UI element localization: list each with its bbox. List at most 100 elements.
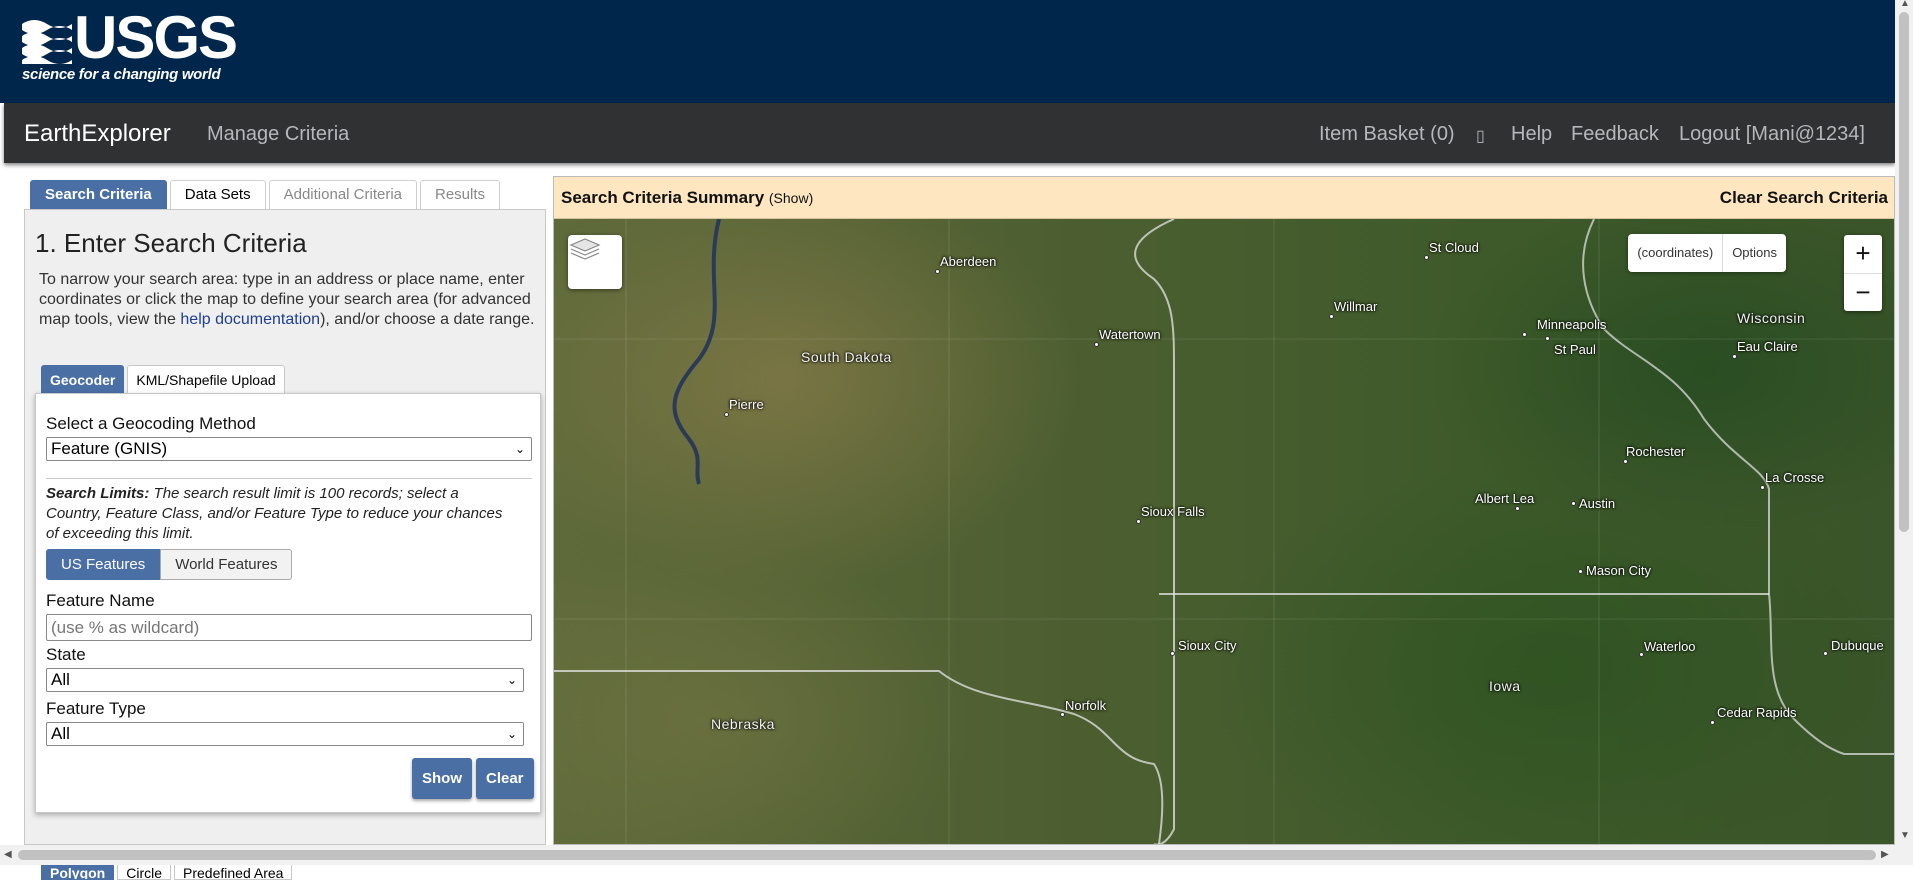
zoom-out-button[interactable]: −: [1844, 273, 1882, 311]
city-label: Sioux City: [1170, 638, 1237, 656]
city-label: Norfolk: [1060, 698, 1107, 717]
city-dot-icon: [1710, 720, 1715, 725]
region-label: South Dakota: [801, 349, 892, 365]
state-select[interactable]: All ⌄: [46, 668, 524, 692]
city-dot-icon: [1732, 354, 1737, 359]
city-dot-icon: [1515, 506, 1520, 511]
city-dot-icon: [1623, 459, 1628, 464]
clear-button[interactable]: Clear: [476, 758, 534, 799]
city-dot-icon: [1571, 501, 1576, 506]
scroll-right-icon[interactable]: ▶: [1881, 849, 1889, 860]
tab-search-criteria[interactable]: Search Criteria: [30, 180, 167, 209]
city-dot-icon: [1094, 342, 1099, 347]
city-dot-icon: [1060, 712, 1065, 717]
region-label: Iowa: [1489, 678, 1521, 694]
city-name: St Paul: [1554, 342, 1596, 357]
city-name: Sioux Falls: [1141, 504, 1205, 519]
vertical-scrollbar[interactable]: ▲ ▼: [1895, 0, 1913, 845]
city-dot-icon: [1329, 314, 1334, 319]
divider: [46, 478, 532, 479]
chevron-down-icon: ⌄: [506, 673, 517, 687]
main-navbar: EarthExplorer Manage Criteria Item Baske…: [4, 103, 1895, 163]
city-dot-icon: [1136, 519, 1141, 524]
help-link[interactable]: Help: [1511, 123, 1552, 146]
search-sidebar: Search Criteria Data Sets Additional Cri…: [24, 180, 546, 880]
geocode-method-select[interactable]: Feature (GNIS) ⌄: [46, 437, 532, 461]
map-options-button[interactable]: Options: [1722, 234, 1786, 272]
city-dot-icon: [724, 412, 729, 417]
clear-search-criteria-link[interactable]: Clear Search Criteria: [1720, 188, 1888, 208]
usgs-waves-icon: [22, 14, 72, 64]
city-name: Aberdeen: [940, 254, 997, 269]
scroll-thumb[interactable]: [1899, 12, 1909, 532]
search-criteria-panel: 1. Enter Search Criteria To narrow your …: [24, 209, 546, 880]
main-tabs: Search Criteria Data Sets Additional Cri…: [30, 180, 501, 210]
tab-geocoder[interactable]: Geocoder: [41, 365, 125, 394]
city-name: Rochester: [1626, 444, 1686, 459]
city-name: Mason City: [1586, 563, 1652, 578]
summary-title-text: Search Criteria Summary: [561, 188, 765, 207]
city-name: Norfolk: [1065, 698, 1107, 713]
tab-data-sets[interactable]: Data Sets: [169, 180, 266, 209]
basket-icon[interactable]: ▯: [1476, 126, 1485, 146]
city-label: La Crosse: [1760, 470, 1825, 490]
feedback-link[interactable]: Feedback: [1571, 123, 1659, 146]
city-label: St Paul: [1545, 336, 1596, 357]
manage-criteria-link[interactable]: Manage Criteria: [207, 123, 349, 146]
city-label: Eau Claire: [1732, 339, 1798, 359]
scroll-left-icon[interactable]: ◀: [4, 849, 12, 860]
city-dot-icon: [1823, 651, 1828, 656]
feature-scope-toggle: US Features World Features: [46, 549, 293, 580]
city-name: Cedar Rapids: [1717, 705, 1797, 720]
city-label: Pierre: [724, 397, 764, 417]
map-borders: [554, 219, 1894, 844]
map-coordinates-box: (coordinates) Options: [1628, 234, 1786, 272]
tab-kml-upload[interactable]: KML/Shapefile Upload: [127, 365, 285, 394]
city-name: Albert Lea: [1475, 491, 1535, 506]
feature-name-input[interactable]: (use % as wildcard): [46, 614, 532, 641]
city-dot-icon: [1424, 255, 1429, 260]
geocoder-box: Select a Geocoding Method Feature (GNIS)…: [35, 393, 541, 813]
scroll-down-icon[interactable]: ▼: [1900, 830, 1910, 841]
city-label: Rochester: [1623, 444, 1686, 464]
tab-additional-criteria[interactable]: Additional Criteria: [268, 180, 417, 209]
scroll-thumb[interactable]: [18, 850, 1876, 860]
scroll-up-icon[interactable]: ▲: [1900, 0, 1910, 9]
city-dot-icon: [1578, 569, 1583, 574]
region-label: Nebraska: [711, 716, 775, 732]
city-name: Austin: [1579, 496, 1616, 511]
region-label: Wisconsin: [1737, 310, 1806, 326]
help-documentation-link[interactable]: help documentation: [180, 311, 320, 328]
summary-show-link[interactable]: (Show): [769, 190, 813, 206]
city-name: La Crosse: [1765, 470, 1825, 485]
city-name: Willmar: [1334, 299, 1378, 314]
feature-type-select[interactable]: All ⌄: [46, 722, 524, 746]
feature-type-value: All: [51, 724, 70, 743]
city-label: Dubuque: [1823, 638, 1884, 656]
city-name: St Cloud: [1429, 240, 1479, 255]
search-limits-text: Search Limits: The search result limit i…: [46, 484, 516, 544]
zoom-in-button[interactable]: +: [1844, 235, 1882, 273]
usgs-header: USGS science for a changing world: [0, 0, 1895, 103]
layers-icon: [569, 238, 601, 260]
item-basket-link[interactable]: Item Basket (0): [1319, 123, 1455, 146]
tab-results[interactable]: Results: [420, 180, 501, 209]
city-dot-icon: [1522, 332, 1527, 337]
us-features-button[interactable]: US Features: [46, 549, 161, 580]
world-features-button[interactable]: World Features: [160, 549, 293, 580]
summary-title: Search Criteria Summary (Show): [561, 188, 813, 208]
coordinates-readout: (coordinates): [1637, 245, 1714, 260]
geocode-method-value: Feature (GNIS): [51, 439, 168, 458]
show-button[interactable]: Show: [412, 758, 472, 799]
layers-button[interactable]: [568, 235, 622, 289]
map-container: Search Criteria Summary (Show) Clear Sea…: [553, 176, 1895, 845]
satellite-map[interactable]: South Dakota Wisconsin Iowa Nebraska Abe…: [554, 219, 1894, 844]
brand-link[interactable]: EarthExplorer: [24, 120, 171, 148]
horizontal-scrollbar[interactable]: ◀ ▶: [0, 845, 1913, 865]
city-label: Albert Lea: [1475, 491, 1535, 511]
chevron-down-icon: ⌄: [506, 727, 517, 741]
state-label: State: [46, 645, 86, 664]
city-label: Cedar Rapids: [1710, 705, 1797, 725]
usgs-logo[interactable]: USGS science for a changing world: [22, 8, 238, 83]
logout-link[interactable]: Logout [Mani@1234]: [1679, 123, 1865, 146]
